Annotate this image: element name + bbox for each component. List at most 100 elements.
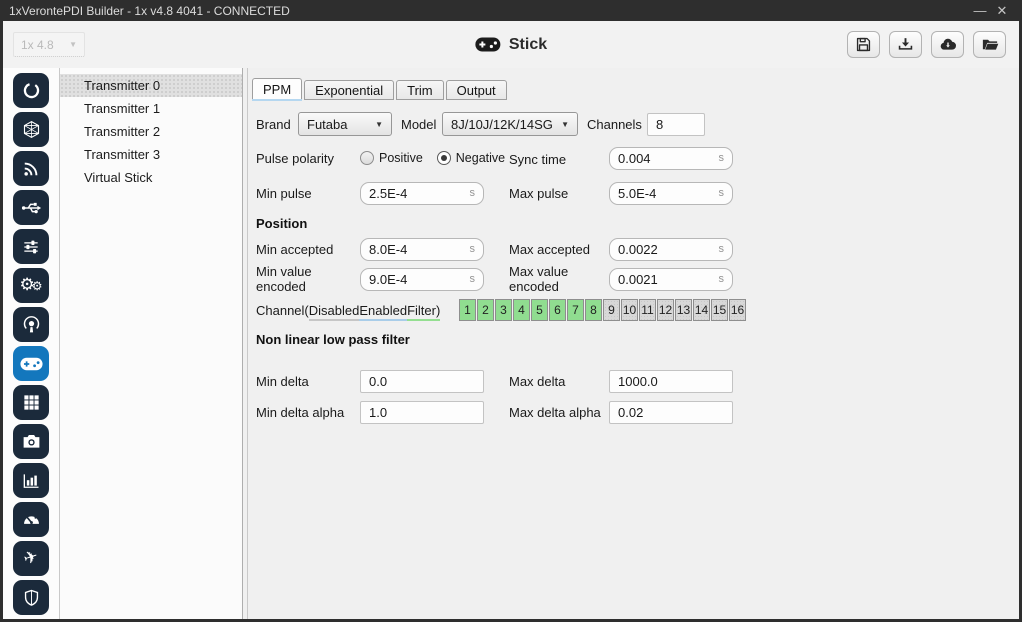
- nav-item-transmitter-1[interactable]: Transmitter 1: [60, 97, 242, 120]
- sidebar-grid-icon[interactable]: [13, 385, 49, 420]
- sidebar-sliders-icon[interactable]: [13, 229, 49, 264]
- titlebar: 1xVerontePDI Builder - 1x v4.8 4041 - CO…: [0, 0, 1022, 21]
- nav-item-transmitter-2[interactable]: Transmitter 2: [60, 120, 242, 143]
- unit-label: s: [719, 152, 725, 164]
- row-channels: Channel(DisabledEnabledFilter) 123456789…: [256, 299, 1011, 321]
- max-value-encoded-label: Max value encoded: [509, 264, 609, 294]
- nav-item-transmitter-0[interactable]: Transmitter 0: [60, 74, 242, 97]
- tab-ppm[interactable]: PPM: [252, 78, 302, 100]
- channel-box-11[interactable]: 11: [639, 299, 656, 321]
- channel-box-13[interactable]: 13: [675, 299, 692, 321]
- download-button[interactable]: [889, 31, 922, 58]
- cloud-download-icon: [938, 35, 958, 54]
- nllpf-section-title: Non linear low pass filter: [256, 332, 1011, 348]
- row-accepted: Min accepted 8.0E-4 s Max accepted 0.002…: [256, 237, 1011, 261]
- close-button[interactable]: ✕: [991, 3, 1013, 19]
- channel-boxes: 12345678910111213141516: [459, 299, 746, 321]
- brand-select[interactable]: Futaba▼: [298, 112, 392, 136]
- header: 1x 4.8 ▼ Stick: [3, 21, 1019, 68]
- radio-negative[interactable]: Negative: [437, 151, 505, 165]
- icon-sidebar: ⚙⚙: [3, 68, 60, 619]
- max-pulse-input[interactable]: 5.0E-4 s: [609, 182, 733, 205]
- radio-icon: [437, 151, 451, 165]
- cloud-button[interactable]: [931, 31, 964, 58]
- save-button[interactable]: [847, 31, 880, 58]
- chevron-down-icon: ▼: [69, 40, 77, 49]
- channel-box-15[interactable]: 15: [711, 299, 728, 321]
- legend-filter: Filter: [407, 303, 436, 321]
- nav-item-virtual-stick[interactable]: Virtual Stick: [60, 166, 242, 189]
- min-delta-label: Min delta: [256, 374, 360, 389]
- row-brand-model: Brand Futaba▼ Model 8J/10J/12K/14SG▼ Cha…: [256, 112, 1011, 136]
- radio-positive[interactable]: Positive: [360, 151, 423, 165]
- sidebar-gears-icon[interactable]: ⚙⚙: [13, 268, 49, 303]
- max-pulse-label: Max pulse: [509, 186, 609, 201]
- sidebar-gauge-icon[interactable]: [13, 502, 49, 537]
- tab-trim[interactable]: Trim: [396, 80, 444, 100]
- channel-box-16[interactable]: 16: [729, 299, 746, 321]
- download-icon: [896, 35, 915, 54]
- brand-label: Brand: [256, 117, 298, 132]
- minimize-button[interactable]: —: [969, 3, 991, 18]
- channel-box-3[interactable]: 3: [495, 299, 512, 321]
- row-value-encoded: Min value encoded 9.0E-4 s Max value enc…: [256, 267, 1011, 291]
- main-content: PPM Exponential Trim Output Brand Futaba…: [247, 68, 1019, 619]
- app-window: 1x 4.8 ▼ Stick: [3, 21, 1019, 619]
- tabbar: PPM Exponential Trim Output: [252, 78, 1011, 100]
- channel-box-7[interactable]: 7: [567, 299, 584, 321]
- max-delta-alpha-label: Max delta alpha: [509, 405, 609, 420]
- save-icon: [854, 35, 873, 54]
- row-polarity-sync: Pulse polarity Positive Negative 0.004 s: [256, 146, 1011, 170]
- sync-time-input[interactable]: 0.004 s: [609, 147, 733, 170]
- model-select[interactable]: 8J/10J/12K/14SG▼: [442, 112, 578, 136]
- min-pulse-input[interactable]: 2.5E-4 s: [360, 182, 484, 205]
- max-delta-alpha-input[interactable]: 0.02: [609, 401, 733, 424]
- channel-box-10[interactable]: 10: [621, 299, 638, 321]
- radio-icon: [360, 151, 374, 165]
- nav-item-transmitter-3[interactable]: Transmitter 3: [60, 143, 242, 166]
- body: ⚙⚙: [3, 68, 1019, 619]
- channels-label: Channels: [587, 117, 645, 132]
- sidebar-podcast-icon[interactable]: [13, 307, 49, 342]
- legend-disabled: Disabled: [309, 303, 360, 321]
- page-title: Stick: [509, 36, 547, 54]
- pulse-polarity-radios: Positive Negative: [360, 151, 609, 165]
- channel-box-8[interactable]: 8: [585, 299, 602, 321]
- sidebar-ring-icon[interactable]: [13, 73, 49, 108]
- max-value-encoded-input[interactable]: 0.0021 s: [609, 268, 733, 291]
- folder-open-icon: [980, 35, 1000, 54]
- min-delta-alpha-label: Min delta alpha: [256, 405, 360, 420]
- tab-exponential[interactable]: Exponential: [304, 80, 394, 100]
- sidebar-rss-icon[interactable]: [13, 151, 49, 186]
- channel-box-2[interactable]: 2: [477, 299, 494, 321]
- sidebar-plane-icon[interactable]: ✈: [13, 541, 49, 576]
- channel-box-5[interactable]: 5: [531, 299, 548, 321]
- min-accepted-label: Min accepted: [256, 242, 360, 257]
- sidebar-bar-chart-icon[interactable]: [13, 463, 49, 498]
- channel-box-6[interactable]: 6: [549, 299, 566, 321]
- tab-output[interactable]: Output: [446, 80, 507, 100]
- sidebar-camera-icon[interactable]: [13, 424, 49, 459]
- channel-box-4[interactable]: 4: [513, 299, 530, 321]
- channel-box-14[interactable]: 14: [693, 299, 710, 321]
- sidebar-usb-icon[interactable]: [13, 190, 49, 225]
- max-accepted-input[interactable]: 0.0022 s: [609, 238, 733, 261]
- channels-input[interactable]: 8: [647, 113, 705, 136]
- sidebar-hexagon-mesh-icon[interactable]: [13, 112, 49, 147]
- min-delta-alpha-input[interactable]: 1.0: [360, 401, 484, 424]
- channel-box-12[interactable]: 12: [657, 299, 674, 321]
- min-delta-input[interactable]: 0.0: [360, 370, 484, 393]
- max-delta-label: Max delta: [509, 374, 609, 389]
- min-value-encoded-input[interactable]: 9.0E-4 s: [360, 268, 484, 291]
- min-value-encoded-label: Min value encoded: [256, 264, 360, 294]
- min-accepted-input[interactable]: 8.0E-4 s: [360, 238, 484, 261]
- sidebar-gamepad-icon[interactable]: [13, 346, 49, 381]
- open-folder-button[interactable]: [973, 31, 1006, 58]
- header-toolbar: [847, 31, 1006, 58]
- version-select[interactable]: 1x 4.8 ▼: [13, 32, 85, 57]
- channel-box-9[interactable]: 9: [603, 299, 620, 321]
- channel-box-1[interactable]: 1: [459, 299, 476, 321]
- position-section-title: Position: [256, 216, 1011, 232]
- max-delta-input[interactable]: 1000.0: [609, 370, 733, 393]
- sidebar-shield-icon[interactable]: [13, 580, 49, 615]
